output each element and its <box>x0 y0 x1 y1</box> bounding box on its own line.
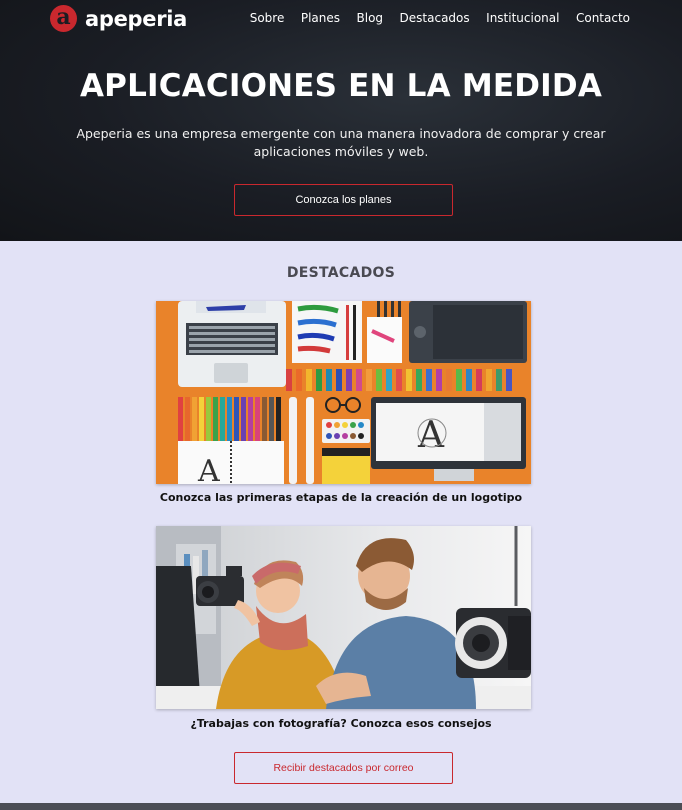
featured-card-caption-logo[interactable]: Conozca las primeras etapas de la creaci… <box>100 491 582 504</box>
subscribe-featured-button[interactable]: Recibir destacados por correo <box>234 752 453 784</box>
hero-title: APLICACIONES EN LA MEDIDA <box>79 68 603 104</box>
logo-mark-icon: a <box>50 5 77 32</box>
nav-item-sobre[interactable]: Sobre <box>250 11 285 25</box>
photographers-photo <box>156 526 531 709</box>
design-tools-illustration: A A <box>156 301 531 484</box>
nav-menu: Sobre Planes Blog Destacados Institucion… <box>233 11 630 25</box>
nav-item-contacto[interactable]: Contacto <box>576 11 630 25</box>
see-plans-button[interactable]: Conozca los planes <box>234 184 453 216</box>
nav-item-blog[interactable]: Blog <box>357 11 384 25</box>
svg-text:A: A <box>417 415 445 456</box>
top-navbar: a apeperia Sobre Planes Blog Destacados … <box>0 0 682 38</box>
featured-card-image-photography[interactable] <box>156 526 531 709</box>
featured-card-caption-photography[interactable]: ¿Trabajas con fotografía? Conozca esos c… <box>100 717 582 730</box>
hero-section: a apeperia Sobre Planes Blog Destacados … <box>0 0 682 241</box>
hero-subtitle: Apeperia es una empresa emergente con un… <box>76 126 606 159</box>
nav-item-planes[interactable]: Planes <box>301 11 340 25</box>
featured-section-title: DESTACADOS <box>286 265 396 281</box>
nav-item-institucional[interactable]: Institucional <box>486 11 559 25</box>
svg-text:A: A <box>197 454 220 484</box>
footer-strip <box>0 803 682 810</box>
featured-card-image-logo[interactable]: A A <box>156 301 531 484</box>
logo[interactable]: a apeperia <box>50 5 187 32</box>
logo-text: apeperia <box>85 6 188 31</box>
nav-item-destacados[interactable]: Destacados <box>400 11 470 25</box>
